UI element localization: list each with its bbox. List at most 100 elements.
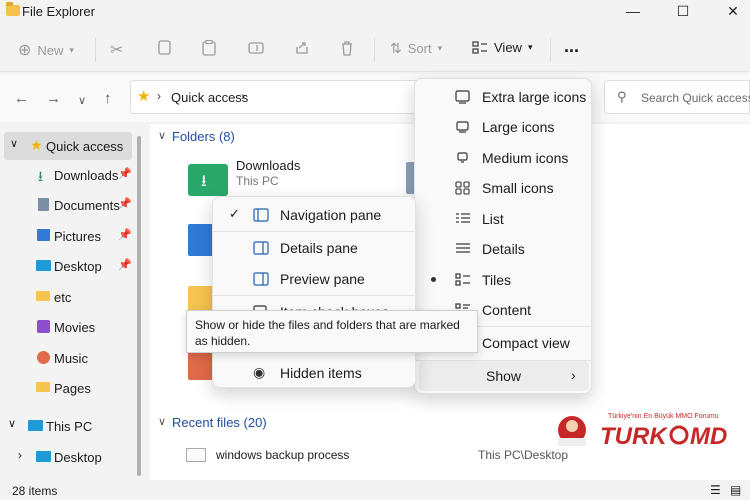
sort-icon: ⇅ xyxy=(390,40,402,56)
sidebar-item-pages[interactable]: Pages xyxy=(0,374,132,402)
close-button[interactable]: ✕ xyxy=(716,0,750,22)
cut-button[interactable]: ✂ xyxy=(110,40,123,60)
pin-icon: 📌 xyxy=(118,168,132,180)
search-placeholder: Search Quick access xyxy=(641,91,750,105)
music-icon xyxy=(37,351,50,364)
recent-file-row[interactable]: windows backup process This PC\Desktop xyxy=(180,442,600,468)
folder-location: This PC xyxy=(236,174,279,188)
sidebar-item-music[interactable]: Music xyxy=(0,344,132,372)
menu-item-preview-pane[interactable]: Preview pane xyxy=(213,264,415,294)
menu-item-navigation-pane[interactable]: ✓ Navigation pane xyxy=(213,200,415,230)
star-icon: ★ xyxy=(137,88,151,105)
monitor-icon xyxy=(457,152,468,163)
more-options-button[interactable]: ... xyxy=(564,36,579,57)
computer-icon xyxy=(28,420,43,431)
chevron-right-icon: › xyxy=(571,367,576,383)
menu-item-large-icons[interactable]: Large icons xyxy=(415,112,591,142)
turkomd-logo: Türkiye'nin En Büyük MMO Forumu TURK MD xyxy=(558,413,727,450)
menu-item-small-icons[interactable]: Small icons xyxy=(415,173,591,203)
desktop-icon xyxy=(36,260,51,271)
recent-chevron-icon[interactable]: ∨ xyxy=(78,94,86,107)
sidebar-item-quick-access[interactable]: ∨ ★ Quick access xyxy=(4,132,132,160)
menu-item-label: Extra large icons xyxy=(482,89,587,105)
sort-button[interactable]: ⇅ Sort ▾ xyxy=(390,40,442,57)
back-arrow-icon[interactable]: ← xyxy=(14,90,29,107)
rename-button[interactable] xyxy=(248,40,264,56)
menu-item-list[interactable]: List xyxy=(415,204,591,234)
trash-icon xyxy=(342,41,352,56)
window-title: File Explorer xyxy=(22,4,95,19)
view-button[interactable]: View ▾ xyxy=(472,40,532,55)
copy-icon xyxy=(158,40,171,55)
menu-item-label: List xyxy=(482,211,504,227)
pin-icon: 📌 xyxy=(118,259,132,271)
sidebar-item-desktop[interactable]: Desktop 📌 xyxy=(0,252,132,280)
folder-name: Downloads xyxy=(236,158,301,173)
chevron-down-icon: ∨ xyxy=(158,130,167,142)
chevron-right-icon: › xyxy=(157,89,161,103)
breadcrumb-quick-access[interactable]: Quick access xyxy=(171,90,248,105)
minimize-button[interactable]: — xyxy=(616,0,650,22)
menu-item-medium-icons[interactable]: Medium icons xyxy=(415,143,591,173)
delete-button[interactable] xyxy=(340,40,354,56)
document-icon xyxy=(38,198,49,211)
recent-files-section-header[interactable]: Recent files (20) xyxy=(172,415,267,430)
sidebar-item-label: Music xyxy=(54,351,88,366)
navigation-pane: ∨ ★ Quick access ⭳ Downloads 📌 Documents… xyxy=(0,124,148,480)
copy-button[interactable] xyxy=(158,40,172,56)
search-input[interactable]: ⚲ Search Quick access xyxy=(604,80,750,114)
sidebar-item-desktop-pc[interactable]: › Desktop xyxy=(0,443,132,471)
menu-item-label: Tiles xyxy=(482,272,512,288)
chevron-right-icon: › xyxy=(241,89,245,103)
folders-section-header[interactable]: Folders (8) xyxy=(172,129,235,144)
downloads-folder-icon: ⭳ xyxy=(188,164,228,196)
chevron-right-icon: › xyxy=(18,448,22,462)
folder-icon xyxy=(36,382,50,392)
menu-item-extra-large-icons[interactable]: Extra large icons xyxy=(415,82,591,112)
menu-item-label: Details pane xyxy=(280,240,358,256)
paste-button[interactable] xyxy=(202,40,216,56)
sidebar-item-label: etc xyxy=(54,290,72,305)
address-bar[interactable]: ★ › Quick access › xyxy=(130,80,420,114)
search-icon: ⚲ xyxy=(617,89,627,104)
details-view-icon[interactable]: ☰ xyxy=(710,483,721,497)
menu-item-tiles[interactable]: Tiles xyxy=(415,265,591,295)
share-icon xyxy=(296,42,308,54)
sidebar-item-label: Movies xyxy=(54,320,96,335)
share-button[interactable] xyxy=(294,40,310,56)
sidebar-item-etc[interactable]: etc xyxy=(0,283,132,311)
menu-item-details-pane[interactable]: Details pane xyxy=(213,233,415,263)
pin-icon: 📌 xyxy=(118,229,132,241)
menu-item-label: Details xyxy=(482,241,525,257)
sidebar-item-movies[interactable]: Movies xyxy=(0,313,132,341)
forward-arrow-icon[interactable]: → xyxy=(46,90,61,107)
details-icon xyxy=(456,243,470,253)
sidebar-item-documents[interactable]: Documents 📌 xyxy=(0,191,132,219)
sidebar-item-pictures[interactable]: Pictures 📌 xyxy=(0,222,132,250)
new-button[interactable]: ⊕ New ▾ xyxy=(18,40,74,60)
plus-circle-icon: ⊕ xyxy=(18,42,32,59)
up-arrow-icon[interactable]: ↑ xyxy=(104,90,112,107)
sidebar-scrollbar[interactable] xyxy=(137,136,141,476)
sidebar-item-downloads[interactable]: ⭳ Downloads 📌 xyxy=(0,161,132,189)
sidebar-item-label: Downloads xyxy=(54,168,119,183)
command-bar: ⊕ New ▾ ✂ ⇅ Sort ▾ View ▾ ... xyxy=(0,28,750,72)
maximize-button[interactable]: ☐ xyxy=(666,0,700,22)
chevron-down-icon: ∨ xyxy=(10,138,19,150)
star-icon: ★ xyxy=(30,137,43,153)
sidebar-item-label: This PC xyxy=(46,419,93,434)
title-bar: File Explorer — ☐ ✕ xyxy=(0,0,750,24)
tiles-view-icon[interactable]: ▤ xyxy=(730,483,741,497)
menu-item-label: Hidden items xyxy=(280,365,362,381)
menu-item-details[interactable]: Details xyxy=(415,234,591,264)
sort-label: Sort xyxy=(407,41,432,56)
eye-icon: ◉ xyxy=(253,364,266,380)
menu-item-hidden-items[interactable]: ◉ Hidden items xyxy=(213,358,415,388)
menu-item-label: Small icons xyxy=(482,180,554,196)
sidebar-item-this-pc[interactable]: ∨ This PC xyxy=(0,412,132,440)
menu-item-label: Medium icons xyxy=(482,150,569,166)
menu-item-show[interactable]: Show › xyxy=(419,361,589,391)
show-submenu: ✓ Navigation pane Details pane Preview p… xyxy=(212,196,416,388)
folder-icon xyxy=(36,291,50,301)
menu-item-label: Compact view xyxy=(482,335,570,351)
